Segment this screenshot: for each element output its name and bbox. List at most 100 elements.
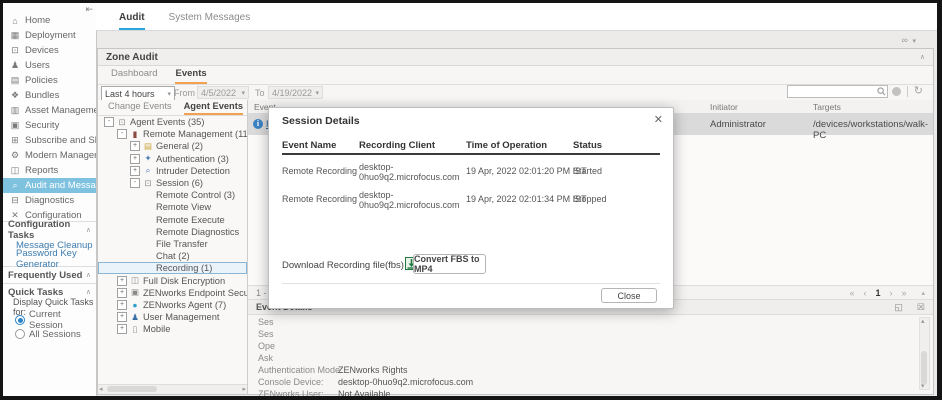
tab-audit[interactable]: Audit [119,12,145,30]
tree-node[interactable]: Recording (1) [98,262,247,274]
refresh-icon[interactable]: ↻ [914,87,923,96]
tab-events[interactable]: Events [175,68,206,84]
tree-node-label: Remote Diagnostics [156,227,239,237]
sidebar-item-home[interactable]: ⌂Home [3,13,96,28]
panel-close-icon[interactable]: ☒ [917,302,925,313]
vertical-scrollbar[interactable]: ▴ ▾ [919,317,930,390]
cell-status: Stopped [573,194,607,204]
dialog-close-icon[interactable]: ✕ [654,113,663,126]
tree-node[interactable]: Remote View [98,201,247,213]
sidebar-item-bundles[interactable]: ❖Bundles [3,88,96,103]
tab-agent-events[interactable]: Agent Events [184,101,243,115]
tree-node[interactable]: +⌕Intruder Detection [98,165,247,177]
detail-label: Console Device: [258,377,324,387]
tree-node-label: Remote Control (3) [156,190,235,200]
tree-node[interactable]: +▯Mobile [98,323,247,335]
remote-device-icon: ▮ [130,129,140,140]
tree-node[interactable]: Remote Execute [98,214,247,226]
tab-dashboard[interactable]: Dashboard [111,68,157,84]
next-page-icon[interactable]: › [889,288,892,298]
close-button[interactable]: Close [601,288,657,303]
tree-node[interactable]: File Transfer [98,238,247,250]
intruder-search-icon: ⌕ [143,165,153,176]
tree-node[interactable]: +◫Full Disk Encryption [98,274,247,286]
section-header-configuration-tasks[interactable]: Configuration Tasks∧ [3,221,96,238]
sidebar-item-users[interactable]: ♟Users [3,58,96,73]
view-options-button[interactable]: ∞ ▾ [902,35,917,45]
tree-node[interactable]: +✦Authentication (3) [98,153,247,165]
section-header-frequently-used[interactable]: Frequently Used∧ [3,266,96,283]
scroll-right-icon[interactable]: ▸ [242,385,246,393]
chevron-up-icon[interactable]: ∧ [920,53,925,61]
scroll-left-icon[interactable]: ◂ [99,385,103,393]
detach-icon[interactable]: ◱ [894,302,903,313]
convert-fbs-button[interactable]: Convert FBS to MP4 [413,254,486,274]
sidebar-item-deployment[interactable]: ▦Deployment [3,28,96,43]
tree-node[interactable]: +▣ZENworks Endpoint Security Managemen [98,287,247,299]
tree-node[interactable]: -⊡Agent Events (35) [98,116,247,128]
current-page[interactable]: 1 [875,288,880,298]
cell-time: 19 Apr, 2022 02:01:34 PM IST [466,194,587,204]
tree-node[interactable]: -⊡Session (6) [98,177,247,189]
sidebar-link[interactable]: Password Key Generator [3,252,96,266]
sidebar-item-audit-and-messages[interactable]: ⌕Audit and Messages [3,178,96,193]
sidebar-item-reports[interactable]: ◫Reports [3,163,96,178]
sidebar-item-diagnostics[interactable]: ⊟Diagnostics [3,193,96,208]
radio-option[interactable]: Current Session [3,313,96,327]
expand-icon[interactable]: + [117,300,127,310]
sidebar: ⇤ ⌂Home▦Deployment⊡Devices♟Users▤Policie… [3,3,97,396]
expand-icon[interactable]: + [130,154,140,164]
detail-label: Ope [258,341,275,351]
collapse-icon[interactable]: - [130,178,140,188]
sidebar-item-security[interactable]: ▣Security [3,118,96,133]
time-range-select[interactable]: Last 4 hours ▾ [101,86,175,101]
tab-system-messages[interactable]: System Messages [169,12,251,30]
devices-icon: ⊡ [9,45,21,56]
tree-node[interactable]: +♟User Management [98,311,247,323]
tree-node[interactable]: +▤General (2) [98,140,247,152]
sidebar-item-subscribe-and-share[interactable]: ⊞Subscribe and Share [3,133,96,148]
dialog-column-header: Time of Operation [466,140,547,151]
scrollbar-thumb[interactable] [921,351,927,385]
event-category-tree: -⊡Agent Events (35)-▮Remote Management (… [98,116,247,385]
scroll-top-icon[interactable]: ▴ [921,289,925,297]
collapse-icon[interactable]: - [117,129,127,139]
tree-node[interactable]: Remote Control (3) [98,189,247,201]
tree-node[interactable]: Remote Diagnostics [98,226,247,238]
radio-unselected[interactable] [15,329,25,339]
sidebar-item-modern-management[interactable]: ⚙Modern Management [3,148,96,163]
sidebar-item-policies[interactable]: ▤Policies [3,73,96,88]
sidebar-item-devices[interactable]: ⊡Devices [3,43,96,58]
column-initiator[interactable]: Initiator [710,102,738,112]
sidebar-item-asset-management[interactable]: ▥Asset Management [3,103,96,118]
search-input[interactable] [787,85,888,98]
tab-change-events[interactable]: Change Events [108,101,172,115]
column-targets[interactable]: Targets [813,102,841,112]
from-date-input[interactable]: 4/5/2022 ▾ [197,86,249,99]
tree-node[interactable]: +●ZENworks Agent (7) [98,299,247,311]
to-date-input[interactable]: 4/19/2022 ▾ [268,86,323,99]
cell-time: 19 Apr, 2022 02:01:20 PM IST [466,166,587,176]
last-page-icon[interactable]: » [901,288,906,298]
clear-search-icon[interactable] [892,87,901,96]
expand-icon[interactable]: + [117,324,127,334]
radio-selected[interactable] [15,315,25,325]
info-icon[interactable]: i [253,119,263,129]
chevron-up-icon: ∧ [86,226,91,234]
tree-node[interactable]: -▮Remote Management (11) [98,128,247,140]
expand-icon[interactable]: + [117,276,127,286]
caret-down-icon: ▾ [912,38,917,45]
collapse-icon[interactable]: - [104,117,114,127]
expand-icon[interactable]: + [130,141,140,151]
horizontal-scrollbar[interactable]: ◂ ▸ [98,384,247,394]
expand-icon[interactable]: + [130,166,140,176]
expand-icon[interactable]: + [117,288,127,298]
expand-icon[interactable]: + [117,312,127,322]
home-icon: ⌂ [9,16,21,26]
prev-page-icon[interactable]: ‹ [863,288,866,298]
first-page-icon[interactable]: « [849,288,854,298]
scroll-up-icon[interactable]: ▴ [921,317,925,325]
zen-agent-icon: ● [130,300,140,310]
tree-node[interactable]: Chat (2) [98,250,247,262]
scrollbar-thumb[interactable] [107,386,157,392]
